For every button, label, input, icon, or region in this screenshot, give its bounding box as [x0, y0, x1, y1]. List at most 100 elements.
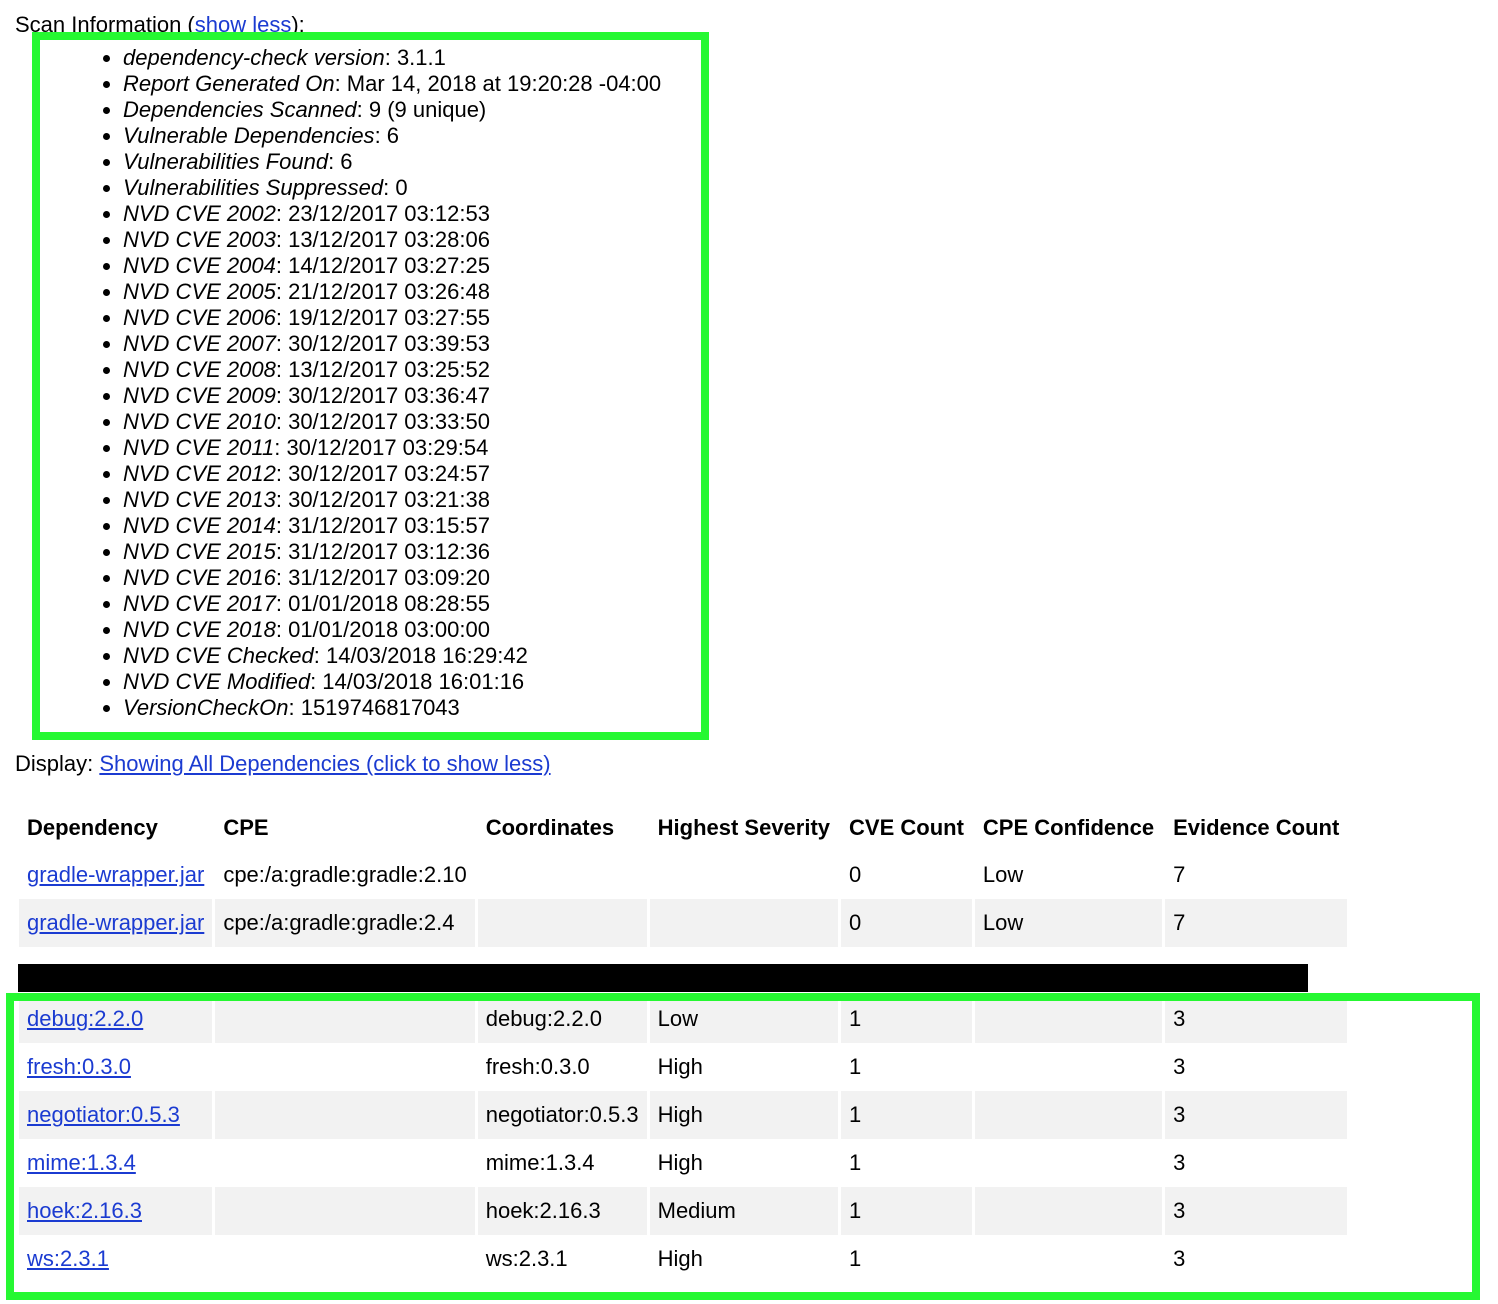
cell-coordinates: negotiator:0.5.3 [477, 1091, 647, 1139]
cell-cpe: cpe:/a:gradle:gradle:2.4 [215, 899, 475, 947]
header-highest-severity[interactable]: Highest Severity [650, 805, 838, 851]
scan-info-value: : 31/12/2017 03:09:20 [275, 565, 490, 590]
header-cpe-confidence[interactable]: CPE Confidence [975, 805, 1162, 851]
scan-info-key: NVD CVE 2003 [123, 227, 276, 252]
scan-info-key: NVD CVE 2007 [123, 331, 276, 356]
cell-coordinates: ws:2.3.1 [477, 1235, 647, 1283]
scan-info-key: Vulnerabilities Found [123, 149, 329, 174]
scan-info-value: : 6 [374, 123, 400, 148]
header-cpe[interactable]: CPE [215, 805, 474, 851]
dependencies-table-body: gradle-wrapper.jar cpe:/a:gradle:gradle:2… [19, 851, 1348, 1283]
cell-severity: High [649, 1043, 839, 1091]
show-all-dependencies-link[interactable]: Showing All Dependencies (click to show … [99, 751, 550, 776]
dependency-link[interactable]: gradle-wrapper.jar [27, 862, 204, 887]
cell-severity: High [649, 1235, 839, 1283]
scan-info-item: Vulnerabilities Found: 6 [123, 149, 661, 175]
cell-evidence-count: 3 [1165, 1235, 1348, 1283]
scan-info-value: : Mar 14, 2018 at 19:20:28 -04:00 [334, 71, 662, 96]
header-cve-count[interactable]: CVE Count [841, 805, 972, 851]
scan-info-key: NVD CVE 2017 [123, 591, 276, 616]
scan-info-item: Vulnerable Dependencies: 6 [123, 123, 661, 149]
header-dependency[interactable]: Dependency [19, 805, 212, 851]
dependency-link[interactable]: ws:2.3.1 [27, 1246, 109, 1271]
cell-evidence-count: 3 [1165, 1187, 1348, 1235]
scan-info-item: NVD CVE 2006: 19/12/2017 03:27:55 [123, 305, 661, 331]
scan-info-key: NVD CVE 2005 [123, 279, 276, 304]
scan-info-key: NVD CVE 2004 [123, 253, 276, 278]
display-label: Display: [15, 751, 100, 776]
scan-info-key: Vulnerable Dependencies [123, 123, 375, 148]
cell-severity: High [649, 1139, 839, 1187]
header-coordinates[interactable]: Coordinates [478, 805, 647, 851]
cell-dependency: hoek:2.16.3 [19, 1187, 213, 1235]
scan-info-value: : 30/12/2017 03:24:57 [275, 461, 490, 486]
scan-info-value: : 19/12/2017 03:27:55 [275, 305, 490, 330]
cell-severity: High [649, 1091, 839, 1139]
scan-information-label-suffix: ): [291, 12, 305, 37]
cell-cpe-confidence [974, 1139, 1163, 1187]
scan-info-key: NVD CVE 2013 [123, 487, 276, 512]
cell-dependency: debug:2.2.0 [19, 995, 213, 1043]
scan-info-item: NVD CVE 2009: 30/12/2017 03:36:47 [123, 383, 661, 409]
cell-cpe-confidence [974, 1043, 1163, 1091]
scan-info-value: : 01/01/2018 08:28:55 [275, 591, 490, 616]
cell-cpe-confidence: Low [974, 851, 1163, 899]
scan-info-item: NVD CVE 2003: 13/12/2017 03:28:06 [123, 227, 661, 253]
scan-info-key: NVD CVE 2015 [123, 539, 276, 564]
cell-dependency: fresh:0.3.0 [19, 1043, 213, 1091]
cell-evidence-count: 7 [1165, 899, 1348, 947]
scan-info-item: Vulnerabilities Suppressed: 0 [123, 175, 661, 201]
scan-info-key: NVD CVE 2011 [123, 435, 275, 460]
cell-cve-count: 1 [841, 1043, 972, 1091]
scan-info-item: NVD CVE 2011: 30/12/2017 03:29:54 [123, 435, 661, 461]
table-row: fresh:0.3.0 fresh:0.3.0 High 1 3 [19, 1043, 1348, 1091]
scan-info-item: NVD CVE 2010: 30/12/2017 03:33:50 [123, 409, 661, 435]
scan-info-key: NVD CVE 2016 [123, 565, 276, 590]
cell-coordinates: debug:2.2.0 [477, 995, 647, 1043]
cell-cve-count: 1 [841, 1091, 972, 1139]
cell-coordinates: hoek:2.16.3 [477, 1187, 647, 1235]
scan-information-list: dependency-check version: 3.1.1Report Ge… [90, 45, 661, 721]
scan-info-item: NVD CVE 2002: 23/12/2017 03:12:53 [123, 201, 661, 227]
cell-cpe-confidence [974, 1235, 1163, 1283]
scan-info-key: Dependencies Scanned [123, 97, 357, 122]
dependencies-table: Dependency CPE Coordinates Highest Sever… [16, 805, 1350, 1283]
dependency-link[interactable]: hoek:2.16.3 [27, 1198, 142, 1223]
scan-info-value: : 31/12/2017 03:12:36 [275, 539, 490, 564]
header-evidence-count[interactable]: Evidence Count [1165, 805, 1347, 851]
cell-cpe [215, 1187, 475, 1235]
cell-severity [649, 899, 839, 947]
scan-info-item: NVD CVE 2005: 21/12/2017 03:26:48 [123, 279, 661, 305]
cell-evidence-count: 3 [1165, 1139, 1348, 1187]
scan-info-item: NVD CVE 2012: 30/12/2017 03:24:57 [123, 461, 661, 487]
dependency-link[interactable]: negotiator:0.5.3 [27, 1102, 180, 1127]
cell-coordinates: mime:1.3.4 [477, 1139, 647, 1187]
scan-info-value: : 30/12/2017 03:39:53 [275, 331, 490, 356]
dependency-link[interactable]: mime:1.3.4 [27, 1150, 136, 1175]
scan-info-item: VersionCheckOn: 1519746817043 [123, 695, 661, 721]
scan-info-key: dependency-check version [123, 45, 385, 70]
scan-info-value: : 21/12/2017 03:26:48 [275, 279, 490, 304]
scan-info-key: NVD CVE 2002 [123, 201, 276, 226]
cell-dependency: ws:2.3.1 [19, 1235, 213, 1283]
dependency-link[interactable]: debug:2.2.0 [27, 1006, 143, 1031]
scan-info-value: : 9 (9 unique) [356, 97, 487, 122]
show-less-link[interactable]: show less [195, 12, 292, 37]
display-filter-line: Display: Showing All Dependencies (click… [15, 751, 551, 777]
scan-info-item: Dependencies Scanned: 9 (9 unique) [123, 97, 661, 123]
scan-info-item: dependency-check version: 3.1.1 [123, 45, 661, 71]
cell-dependency: mime:1.3.4 [19, 1139, 213, 1187]
table-row: ws:2.3.1 ws:2.3.1 High 1 3 [19, 1235, 1348, 1283]
cell-cve-count: 0 [841, 899, 972, 947]
dependency-link[interactable]: fresh:0.3.0 [27, 1054, 131, 1079]
cell-cve-count: 1 [841, 995, 972, 1043]
table-row: debug:2.2.0 debug:2.2.0 Low 1 3 [19, 995, 1348, 1043]
scan-info-item: NVD CVE 2004: 14/12/2017 03:27:25 [123, 253, 661, 279]
table-header-row: Dependency CPE Coordinates Highest Sever… [19, 805, 1347, 851]
scan-info-item: NVD CVE 2017: 01/01/2018 08:28:55 [123, 591, 661, 617]
scan-info-key: NVD CVE Checked [123, 643, 314, 668]
cell-severity [649, 851, 839, 899]
table-row: mime:1.3.4 mime:1.3.4 High 1 3 [19, 1139, 1348, 1187]
dependency-link[interactable]: gradle-wrapper.jar [27, 910, 204, 935]
scan-info-key: VersionCheckOn [123, 695, 289, 720]
